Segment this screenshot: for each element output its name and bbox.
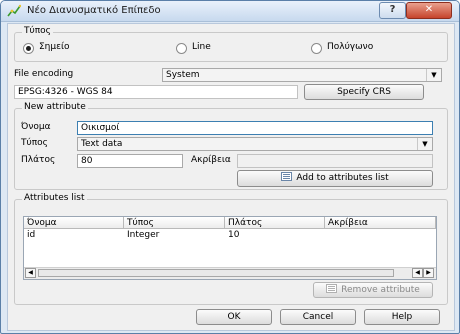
geometry-type-group-title: Τύπος [22,26,53,36]
table-add-icon [281,172,293,181]
file-encoding-value: System [166,70,200,80]
add-to-attributes-label: Add to attributes list [296,173,389,183]
file-encoding-select[interactable]: System ▼ [162,68,442,82]
chevron-down-icon: ▼ [417,138,432,150]
scroll-left-arrow-icon[interactable]: ◀ [412,268,423,278]
title-help-button[interactable]: ? [379,2,406,19]
new-attribute-group-title: New attribute [22,102,88,112]
window-title: Νέο Διανυσματικό Επίπεδο [27,5,161,16]
radio-point-label: Σημείο [39,42,70,52]
scroll-left-arrow-icon[interactable]: ◀ [25,268,36,278]
column-header-name[interactable]: Όνομα [24,217,124,229]
radio-point[interactable] [23,43,34,54]
file-encoding-label: File encoding [14,69,74,79]
table-row[interactable]: id Integer 10 [24,230,436,241]
remove-attribute-button[interactable]: Remove attribute [313,282,433,298]
crs-field: EPSG:4326 - WGS 84 [14,85,298,99]
specify-crs-button[interactable]: Specify CRS [304,84,424,100]
attributes-table: Όνομα Τύπος Πλάτος Ακρίβεια id Integer 1… [23,216,437,280]
attribute-name-label: Όνομα [21,122,51,132]
scroll-right-arrow-icon[interactable]: ▶ [423,268,434,278]
attributes-list-group: Attributes list Όνομα Τύπος Πλάτος Ακρίβ… [14,193,448,305]
cancel-button[interactable]: Cancel [280,309,356,325]
attribute-width-value: 80 [81,156,93,166]
chevron-down-icon: ▼ [426,69,441,81]
horizontal-scrollbar[interactable]: ◀ ◀ ▶ [24,267,436,279]
attribute-precision-label: Ακρίβεια [191,155,231,165]
dialog-body: Τύπος Σημείο Line Πολύγωνο File encoding… [7,23,455,331]
radio-line[interactable] [176,43,187,54]
title-close-button[interactable]: ✕ [406,2,452,19]
column-header-precision[interactable]: Ακρίβεια [325,217,436,229]
cell-name: id [27,230,36,240]
remove-attribute-label: Remove attribute [341,285,420,295]
attribute-name-value: Οικισμοί [81,123,120,133]
attribute-width-input[interactable]: 80 [77,154,183,168]
column-header-type[interactable]: Τύπος [124,217,225,229]
crs-value: EPSG:4326 - WGS 84 [18,87,113,97]
attribute-type-label: Τύπος [21,138,48,148]
radio-line-label: Line [192,42,211,52]
cell-width: 10 [228,230,240,240]
new-attribute-group: New attribute Όνομα Οικισμοί Τύπος Text … [14,102,448,190]
cell-precision [325,230,328,241]
help-button[interactable]: Help [364,309,440,325]
column-header-width[interactable]: Πλάτος [225,217,325,229]
cell-type: Integer [127,230,160,240]
add-to-attributes-button[interactable]: Add to attributes list [237,170,433,187]
attribute-width-label: Πλάτος [21,155,56,165]
attribute-type-select[interactable]: Text data ▼ [77,137,433,151]
attribute-type-value: Text data [81,139,123,149]
ok-button[interactable]: OK [196,309,272,325]
attributes-list-group-title: Attributes list [22,193,87,203]
dialog-window: Νέο Διανυσματικό Επίπεδο ? ✕ Τύπος Σημεί… [0,0,460,334]
radio-polygon[interactable] [311,43,322,54]
qgis-layer-icon [7,4,21,17]
radio-polygon-label: Πολύγωνο [327,42,374,52]
scroll-thumb[interactable] [38,269,394,277]
geometry-type-group: Τύπος Σημείο Line Πολύγωνο [14,26,448,62]
attribute-name-input[interactable]: Οικισμοί [77,121,433,135]
title-bar[interactable]: Νέο Διανυσματικό Επίπεδο ? ✕ [1,1,459,22]
table-remove-icon [326,284,338,293]
attribute-precision-input[interactable] [237,154,433,168]
